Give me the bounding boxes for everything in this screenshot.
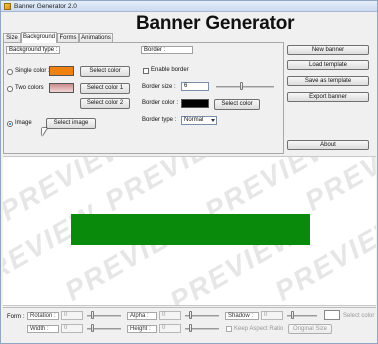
two-colors-radio[interactable] xyxy=(7,86,13,92)
enable-border-checkbox[interactable] xyxy=(143,68,149,74)
border-select-color-button[interactable]: Select color xyxy=(214,99,260,110)
tab-forms[interactable]: Forms xyxy=(57,33,79,42)
single-color-swatch xyxy=(49,66,74,76)
border-size-label: Border size : xyxy=(142,84,176,90)
original-size-button[interactable]: Original Size xyxy=(288,324,332,334)
two-colors-label: Two colors xyxy=(15,85,44,91)
form-properties-bar: Form : Rotation : 0 Width : 0 Alpha : 0 … xyxy=(3,307,376,343)
keep-aspect-ratio-label: Keep Aspect Ratio xyxy=(234,326,284,332)
banner-preview-area: PREVIEW PREVIEW PREVIEW PREVIEW PREVIEW … xyxy=(3,156,376,306)
about-button[interactable]: About xyxy=(287,140,369,150)
app-heading: Banner Generator xyxy=(136,13,295,34)
border-size-field[interactable]: 6 xyxy=(181,82,209,91)
select-image-button[interactable]: Select image xyxy=(46,118,96,129)
app-icon xyxy=(4,3,11,10)
background-type-label: Background type : xyxy=(6,46,60,54)
chevron-down-icon xyxy=(211,119,215,122)
border-type-value: Normal xyxy=(184,117,204,123)
keep-aspect-ratio-checkbox[interactable] xyxy=(226,326,232,332)
window-title: Banner Generator 2.0 xyxy=(14,3,77,10)
tab-size[interactable]: Size xyxy=(3,33,21,42)
width-label: Width : xyxy=(27,325,59,333)
alpha-label: Alpha : xyxy=(127,312,157,320)
image-radio[interactable] xyxy=(7,121,13,127)
alpha-field[interactable]: 0 xyxy=(159,311,181,320)
save-as-template-button[interactable]: Save as template xyxy=(287,76,369,86)
single-color-label: Single color : xyxy=(15,68,50,74)
form-label: Form : xyxy=(7,314,25,320)
border-label: Border : xyxy=(141,46,193,54)
shadow-field[interactable]: 0 xyxy=(261,311,283,320)
height-field[interactable]: 0 xyxy=(159,324,181,333)
export-banner-button[interactable]: Export banner xyxy=(287,92,369,102)
background-tab-panel: Background type : Single color : Select … xyxy=(3,42,284,154)
select-color-1-button[interactable]: Select color 1 xyxy=(80,83,130,94)
load-template-button[interactable]: Load template xyxy=(287,60,369,70)
height-label: Height : xyxy=(127,325,157,333)
shadow-slider-thumb[interactable] xyxy=(291,311,294,319)
border-color-swatch xyxy=(181,99,209,108)
shadow-label: Shadow : xyxy=(225,312,259,320)
width-field[interactable]: 0 xyxy=(61,324,83,333)
actions-pane: New banner Load template Save as templat… xyxy=(285,42,376,154)
title-bar[interactable]: Banner Generator 2.0 xyxy=(1,1,377,12)
height-slider-thumb[interactable] xyxy=(189,324,192,332)
single-color-radio[interactable] xyxy=(7,69,13,75)
tab-animations[interactable]: Animations xyxy=(79,33,113,42)
alpha-slider-thumb[interactable] xyxy=(189,311,192,319)
width-slider-thumb[interactable] xyxy=(91,324,94,332)
border-size-slider-thumb[interactable] xyxy=(240,82,243,90)
border-color-label: Border color : xyxy=(142,100,179,106)
mouse-cursor-icon xyxy=(42,128,47,136)
image-label: Image xyxy=(15,120,32,126)
select-color-2-button[interactable]: Select color 2 xyxy=(80,98,130,109)
new-banner-button[interactable]: New banner xyxy=(287,45,369,55)
tab-background[interactable]: Background xyxy=(21,32,57,43)
select-color-button[interactable]: Select color xyxy=(80,66,130,77)
border-type-select[interactable]: Normal xyxy=(181,116,217,125)
border-size-slider[interactable] xyxy=(216,86,274,88)
shadow-color-swatch xyxy=(324,310,340,320)
shadow-select-color-label[interactable]: Select color xyxy=(343,313,374,320)
banner-preview[interactable] xyxy=(71,214,310,245)
border-type-label: Border type : xyxy=(142,117,177,123)
app-window: Banner Generator 2.0 Banner Generator Si… xyxy=(0,0,378,344)
enable-border-label: Enable border xyxy=(151,67,189,73)
rotation-slider-thumb[interactable] xyxy=(91,311,94,319)
two-colors-swatch xyxy=(49,83,74,93)
rotation-label: Rotation : xyxy=(27,312,59,320)
rotation-field[interactable]: 0 xyxy=(61,311,83,320)
